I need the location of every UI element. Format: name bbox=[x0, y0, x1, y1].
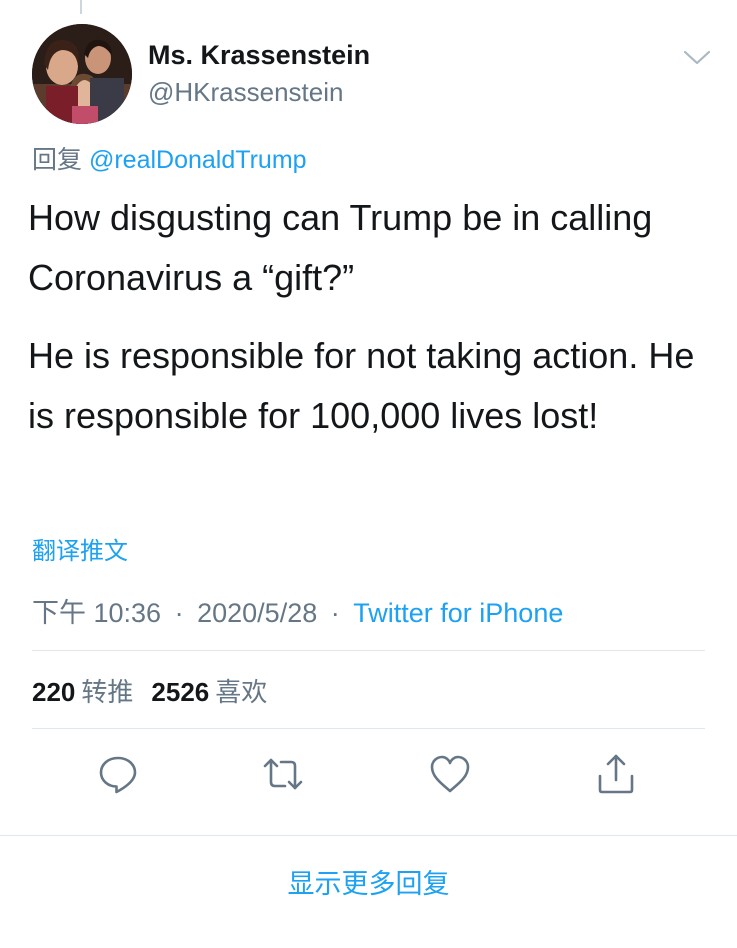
thread-connector-line bbox=[80, 0, 82, 14]
author-handle[interactable]: @HKrassenstein bbox=[148, 77, 343, 108]
share-icon bbox=[598, 754, 634, 794]
section-divider bbox=[0, 835, 737, 836]
show-more-replies-button[interactable]: 显示更多回复 bbox=[0, 862, 737, 901]
avatar-photo-icon bbox=[32, 24, 132, 124]
tweet-body: How disgusting can Trump be in calling C… bbox=[28, 188, 718, 446]
reply-button[interactable] bbox=[96, 752, 140, 796]
divider bbox=[32, 728, 705, 729]
retweets-stat[interactable]: 220 转推 bbox=[32, 677, 133, 707]
tweet-stats: 220 转推 2526 喜欢 bbox=[32, 672, 267, 709]
meta-separator: · bbox=[330, 598, 340, 628]
tweet-date: 2020/5/28 bbox=[197, 598, 318, 628]
tweet-source-link[interactable]: Twitter for iPhone bbox=[353, 598, 563, 628]
divider bbox=[32, 650, 705, 651]
retweet-button[interactable] bbox=[261, 752, 305, 796]
translate-tweet-link[interactable]: 翻译推文 bbox=[32, 531, 128, 566]
likes-count: 2526 bbox=[151, 677, 210, 707]
retweets-label: 转推 bbox=[81, 677, 134, 707]
tweet-metadata: 下午 10:36 · 2020/5/28 · Twitter for iPhon… bbox=[32, 591, 563, 630]
likes-label: 喜欢 bbox=[215, 677, 268, 707]
like-button[interactable] bbox=[428, 752, 472, 796]
heart-icon bbox=[430, 755, 470, 793]
likes-stat[interactable]: 2526 喜欢 bbox=[151, 677, 267, 707]
author-display-name[interactable]: Ms. Krassenstein bbox=[148, 40, 370, 71]
reply-to-mention-link[interactable]: @realDonaldTrump bbox=[89, 146, 307, 174]
retweet-icon bbox=[263, 758, 303, 790]
meta-separator: · bbox=[174, 598, 184, 628]
retweets-count: 220 bbox=[32, 677, 76, 707]
tweet-paragraph: He is responsible for not taking action.… bbox=[28, 335, 695, 436]
tweet-options-chevron-down-icon[interactable] bbox=[681, 48, 713, 68]
tweet-time: 下午 10:36 bbox=[32, 598, 162, 628]
share-button[interactable] bbox=[594, 752, 638, 796]
reply-context: 回复 @realDonaldTrump bbox=[32, 140, 307, 176]
reply-icon bbox=[99, 756, 137, 794]
avatar[interactable] bbox=[32, 24, 132, 124]
tweet-paragraph: How disgusting can Trump be in calling C… bbox=[28, 197, 653, 298]
reply-prefix-label: 回复 bbox=[32, 146, 83, 174]
